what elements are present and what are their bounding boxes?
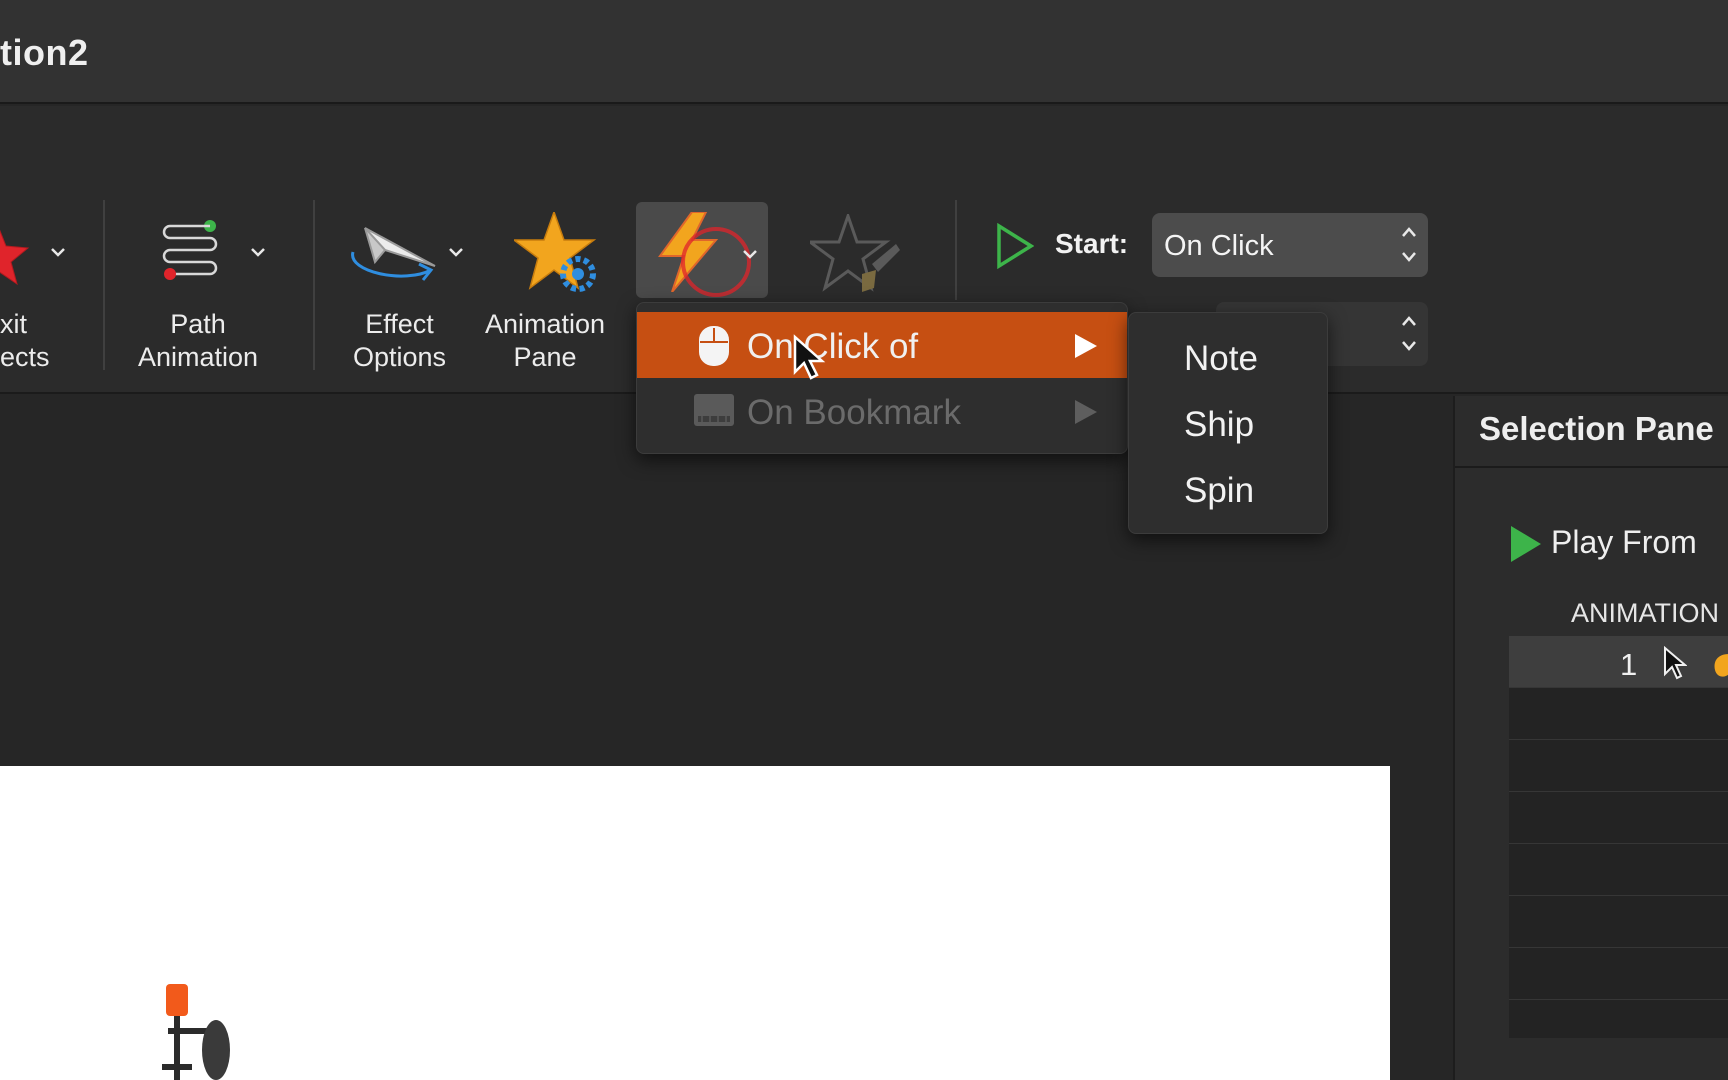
animation-row: [1509, 792, 1728, 844]
effect-options-label: Effect Options: [353, 309, 447, 372]
divider: [1455, 466, 1728, 468]
effect-options-icon: [351, 227, 436, 281]
trigger-button[interactable]: [636, 202, 768, 298]
start-select-value: On Click: [1164, 230, 1274, 262]
animation-row: [1509, 948, 1728, 1000]
animation-painter-button[interactable]: [800, 210, 910, 300]
menu-item-on-bookmark[interactable]: On Bookmark: [637, 378, 1127, 444]
exit-effects-button[interactable]: xit ects: [0, 200, 80, 380]
play-from-button[interactable]: Play From: [1551, 524, 1697, 561]
submenu-item-spin[interactable]: Spin: [1184, 471, 1254, 511]
chevron-down-icon[interactable]: [742, 246, 758, 262]
animation-row: [1509, 688, 1728, 740]
animation-pane-label: Animation Pane: [485, 309, 606, 372]
ribbon-divider: [103, 200, 105, 370]
menu-item-label: On Bookmark: [747, 393, 961, 432]
on-click-of-submenu: Note Ship Spin: [1128, 312, 1328, 534]
start-label: Start:: [1055, 228, 1129, 259]
ship-mast-graphic[interactable]: [160, 980, 236, 1080]
animation-list: ANIMATION 1: [1509, 586, 1728, 1038]
submenu-item-note[interactable]: Note: [1184, 339, 1258, 379]
play-icon[interactable]: [996, 223, 1034, 269]
animation-row: [1509, 844, 1728, 896]
mouse-cursor-icon: [793, 334, 826, 380]
submenu-item-ship[interactable]: Ship: [1184, 405, 1254, 445]
play-icon[interactable]: [1509, 524, 1543, 564]
mouse-pointer-icon: [1664, 646, 1687, 680]
star-brush-icon: [810, 214, 900, 292]
path-animation-icon: [162, 220, 218, 280]
path-animation-label: Path Animation: [138, 309, 259, 372]
animation-number: 1: [1620, 647, 1638, 682]
path-animation-button[interactable]: Path Animation: [130, 200, 280, 380]
selection-pane-title: Selection Pane: [1479, 410, 1714, 447]
animation-row: [1509, 740, 1728, 792]
animation-pane-button[interactable]: Animation Pane: [484, 200, 624, 380]
submenu-arrow-icon: [1075, 334, 1097, 358]
animation-row[interactable]: 1: [1509, 636, 1728, 688]
click-indicator-icon: [681, 227, 751, 297]
start-select[interactable]: On Click: [1152, 213, 1428, 277]
star-gear-icon: [514, 212, 597, 292]
red-star-icon: [0, 229, 30, 286]
menu-item-on-click-of[interactable]: On Click of: [637, 312, 1127, 378]
trigger-menu: On Click of On Bookmark: [636, 302, 1128, 454]
title-bar: tion2: [0, 0, 1728, 104]
menu-item-label: On Click of: [747, 327, 919, 366]
chevron-down-icon[interactable]: [250, 244, 266, 260]
selection-pane: Selection Pane Play From ANIMATION 1: [1453, 396, 1728, 1080]
up-down-arrows-icon: [1402, 316, 1416, 351]
submenu-arrow-icon: [1075, 400, 1097, 424]
ribbon-divider: [955, 200, 957, 300]
ribbon-divider: [313, 200, 315, 370]
animation-column-header: ANIMATION: [1571, 598, 1719, 628]
animation-row: [1509, 896, 1728, 948]
chevron-down-icon[interactable]: [448, 244, 464, 260]
play-from-label: Play From: [1551, 524, 1697, 560]
effect-options-button[interactable]: Effect Options: [340, 200, 470, 380]
animation-effect-icon: [1714, 654, 1728, 677]
chevron-down-icon[interactable]: [50, 244, 66, 260]
window-title: tion2: [0, 32, 89, 73]
slide-canvas[interactable]: [0, 766, 1390, 1080]
animation-list-header: ANIMATION: [1509, 586, 1728, 636]
mouse-icon: [699, 326, 729, 366]
bookmark-icon: [694, 394, 734, 426]
up-down-arrows-icon: [1402, 227, 1416, 262]
exit-effects-label: xit ects: [0, 309, 50, 372]
